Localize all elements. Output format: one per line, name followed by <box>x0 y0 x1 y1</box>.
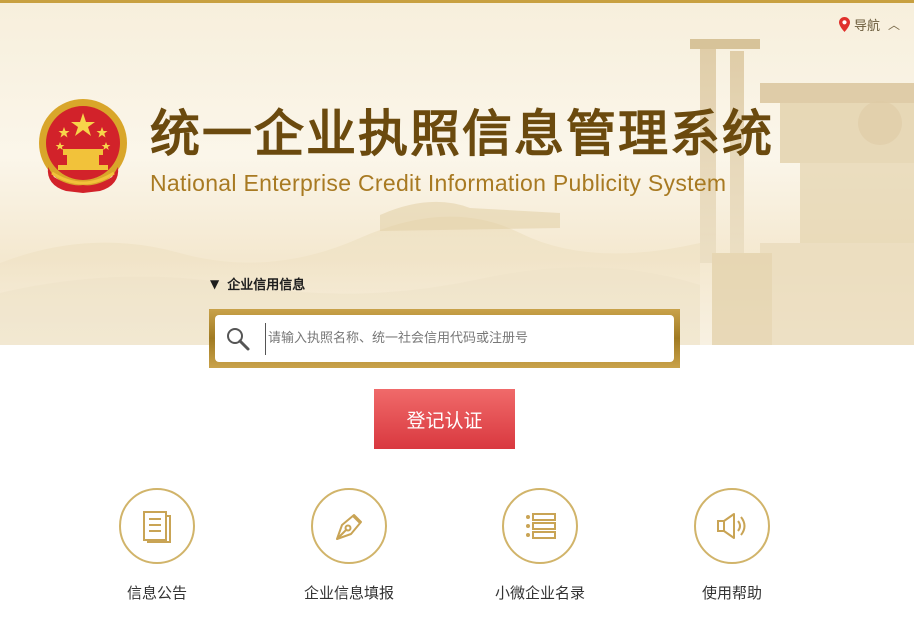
search-inner <box>215 315 674 362</box>
chevron-up-icon: ︿ <box>887 18 900 32</box>
hero-banner: 导航 ︿ 统一企业执照信息管理系统 National Enterprise Cr… <box>0 3 914 345</box>
tile-circle <box>502 488 578 564</box>
tile-circle <box>311 488 387 564</box>
list-icon <box>526 513 556 539</box>
tile-help[interactable]: 使用帮助 <box>652 488 812 603</box>
tile-circle <box>694 488 770 564</box>
search-icon[interactable] <box>225 326 251 352</box>
page-title-en: National Enterprise Credit Information P… <box>150 170 727 196</box>
tile-enterprise-report[interactable]: 企业信息填报 <box>269 488 429 603</box>
tile-info-announcement[interactable]: 信息公告 <box>77 488 237 603</box>
tile-label: 企业信息填报 <box>303 584 394 602</box>
triangle-down-icon: ▼ <box>210 276 220 291</box>
tile-label: 使用帮助 <box>701 584 762 602</box>
section-label-text: 企业信用信息 <box>227 278 306 293</box>
speaker-icon <box>717 513 746 539</box>
search-box <box>209 309 680 368</box>
search-input[interactable] <box>265 322 674 355</box>
document-icon <box>143 511 171 543</box>
register-auth-button[interactable]: 登记认证 <box>374 389 515 449</box>
pen-nib-icon <box>336 514 362 540</box>
search-section-label[interactable]: ▼ 企业信用信息 <box>210 274 306 294</box>
tile-small-business-directory[interactable]: 小微企业名录 <box>460 488 620 603</box>
nav-label: 导航 <box>853 19 880 34</box>
page-title-cn: 统一企业执照信息管理系统 <box>150 104 774 163</box>
tile-label: 小微企业名录 <box>494 584 585 602</box>
tile-circle <box>119 488 195 564</box>
tile-label: 信息公告 <box>126 584 187 602</box>
location-pin-icon <box>838 17 850 32</box>
national-emblem-icon <box>39 99 127 193</box>
nav-toggle[interactable]: 导航 ︿ <box>838 15 900 34</box>
